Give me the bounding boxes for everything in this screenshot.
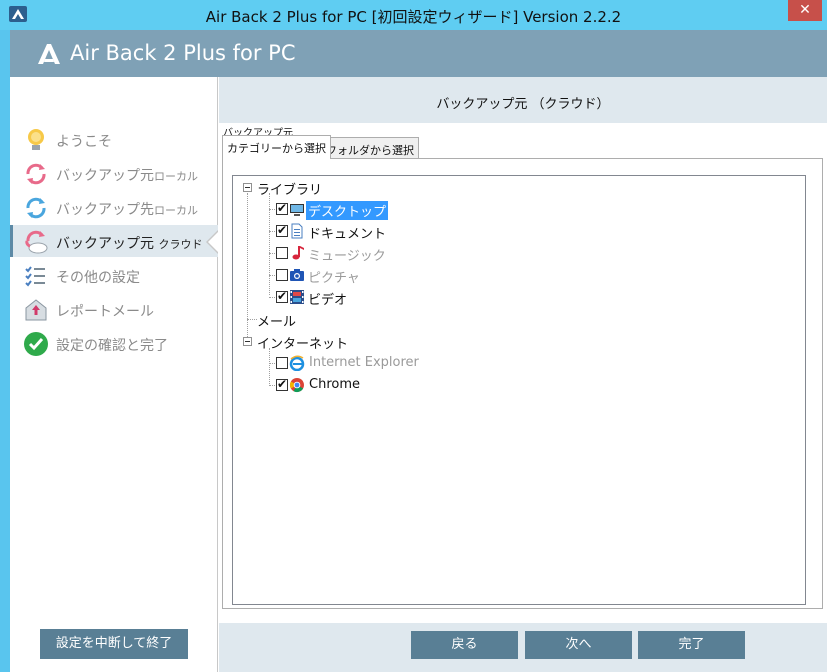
step-label: 設定の確認と完了 bbox=[56, 338, 168, 354]
internet-explorer-icon bbox=[289, 355, 305, 371]
collapse-toggle[interactable] bbox=[243, 337, 252, 346]
section-title: バックアップ元 （クラウド） bbox=[436, 97, 610, 112]
tree-node-library[interactable]: ライブラリ bbox=[257, 179, 322, 198]
wizard-window: Air Back 2 Plus for PC ようこそ バックアップ元ローカル bbox=[10, 30, 827, 672]
pictures-checkbox[interactable] bbox=[276, 269, 288, 281]
tree-node-video[interactable]: ビデオ bbox=[308, 289, 347, 308]
step-label: レポートメール bbox=[56, 304, 154, 320]
app-header: Air Back 2 Plus for PC bbox=[10, 30, 827, 77]
camera-icon bbox=[290, 269, 304, 281]
close-button[interactable]: ✕ bbox=[788, 0, 822, 21]
step-label: バックアップ先 bbox=[56, 202, 154, 218]
checklist-icon bbox=[25, 266, 45, 287]
sync-pink-icon bbox=[26, 163, 46, 185]
tree-node-pictures[interactable]: ピクチャ bbox=[308, 267, 360, 286]
step-backup-source-local[interactable]: バックアップ元ローカル bbox=[10, 157, 218, 189]
step-label: バックアップ元 bbox=[56, 236, 154, 252]
finish-button[interactable]: 完了 bbox=[638, 631, 745, 659]
tree-node-chrome[interactable]: Chrome bbox=[309, 377, 360, 392]
music-checkbox[interactable] bbox=[276, 247, 288, 259]
video-checkbox[interactable] bbox=[276, 289, 288, 303]
step-label: ようこそ bbox=[56, 134, 112, 150]
step-sublabel: クラウド bbox=[158, 238, 203, 251]
title-bar: Air Back 2 Plus for PC [初回設定ウィザード] Versi… bbox=[0, 0, 827, 30]
main-content: バックアップ元 （クラウド） バックアップ元 カテゴリーから選択 フォルダから選… bbox=[219, 77, 827, 672]
backup-source-panel: バックアップ元 カテゴリーから選択 フォルダから選択 ライブラリ ✔ デスクトッ… bbox=[219, 123, 827, 623]
tree-node-documents[interactable]: ドキュメント bbox=[308, 223, 386, 242]
quit-setup-button[interactable]: 設定を中断して終了 bbox=[40, 629, 188, 659]
app-title: Air Back 2 Plus for PC bbox=[70, 41, 296, 65]
tab-page-category: ライブラリ デスクトップ bbox=[222, 158, 823, 609]
monitor-icon bbox=[290, 204, 304, 216]
tree-node-music[interactable]: ミュージック bbox=[308, 245, 386, 264]
step-backup-destination-local[interactable]: バックアップ先ローカル bbox=[10, 191, 218, 223]
tree-node-internet-explorer[interactable]: Internet Explorer bbox=[309, 355, 419, 370]
step-label: その他の設定 bbox=[56, 270, 140, 286]
tree-connector bbox=[247, 319, 257, 320]
collapse-toggle[interactable] bbox=[243, 183, 252, 192]
green-check-icon bbox=[24, 332, 48, 356]
music-note-icon bbox=[292, 246, 304, 260]
step-sublabel: ローカル bbox=[154, 170, 198, 183]
step-label: バックアップ元 bbox=[56, 168, 154, 184]
category-tree[interactable]: ライブラリ デスクトップ bbox=[232, 175, 806, 605]
tree-node-desktop[interactable]: デスクトップ bbox=[306, 201, 389, 220]
step-report-mail[interactable]: レポートメール bbox=[10, 293, 218, 325]
tree-connector bbox=[247, 193, 248, 343]
document-icon bbox=[291, 223, 303, 239]
step-confirm-finish[interactable]: 設定の確認と完了 bbox=[10, 327, 218, 359]
internet-explorer-checkbox[interactable] bbox=[276, 357, 288, 369]
step-backup-source-cloud[interactable]: バックアップ元 クラウド bbox=[10, 225, 219, 257]
app-logo-icon bbox=[38, 44, 60, 64]
step-welcome[interactable]: ようこそ bbox=[10, 123, 218, 155]
wizard-steps-sidebar: ようこそ バックアップ元ローカル バックアップ先ローカル バックアップ元 クラウ… bbox=[10, 77, 219, 672]
film-icon bbox=[290, 290, 304, 304]
tree-node-mail[interactable]: メール bbox=[257, 311, 296, 330]
tree-connector bbox=[269, 348, 270, 386]
chrome-checkbox[interactable] bbox=[276, 377, 288, 391]
step-other-settings[interactable]: その他の設定 bbox=[10, 259, 218, 291]
report-mail-icon bbox=[25, 299, 47, 321]
desktop-checkbox[interactable] bbox=[276, 201, 288, 215]
cloud-sync-icon bbox=[25, 230, 48, 254]
tab-folder[interactable]: フォルダから選択 bbox=[321, 137, 419, 159]
sync-blue-icon bbox=[26, 197, 46, 219]
next-button[interactable]: 次へ bbox=[525, 631, 632, 659]
tree-node-internet[interactable]: インターネット bbox=[257, 333, 348, 352]
active-step-pointer bbox=[208, 231, 219, 253]
step-sublabel: ローカル bbox=[154, 204, 198, 217]
tab-category[interactable]: カテゴリーから選択 bbox=[222, 135, 331, 159]
lightbulb-icon bbox=[28, 129, 44, 150]
chrome-icon bbox=[289, 378, 304, 393]
documents-checkbox[interactable] bbox=[276, 223, 288, 237]
window-title: Air Back 2 Plus for PC [初回設定ウィザード] Versi… bbox=[205, 8, 622, 26]
back-button[interactable]: 戻る bbox=[411, 631, 518, 659]
